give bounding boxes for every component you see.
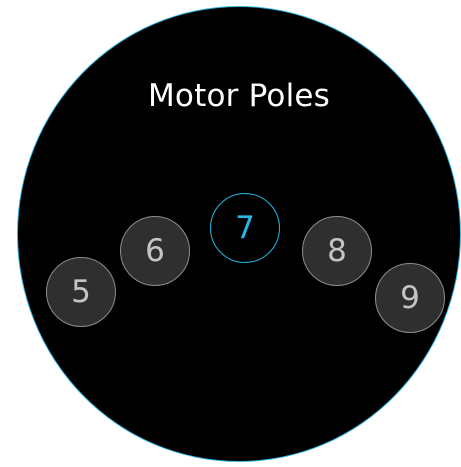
pole-option-6[interactable]: 6 [120,216,190,286]
page-title: Motor Poles [147,78,331,114]
pole-option-9[interactable]: 9 [375,263,445,333]
pole-option-5[interactable]: 5 [46,257,116,327]
pole-option-label: 8 [327,232,347,269]
pole-option-label: 9 [400,279,420,316]
pole-option-label: 6 [145,232,165,269]
pole-option-label: 5 [71,273,91,310]
pole-option-7-selected[interactable]: 7 [210,193,280,263]
pole-option-label: 7 [235,209,255,246]
pole-option-8[interactable]: 8 [302,216,372,286]
round-display: Motor Poles 5 6 7 8 9 [17,6,461,462]
